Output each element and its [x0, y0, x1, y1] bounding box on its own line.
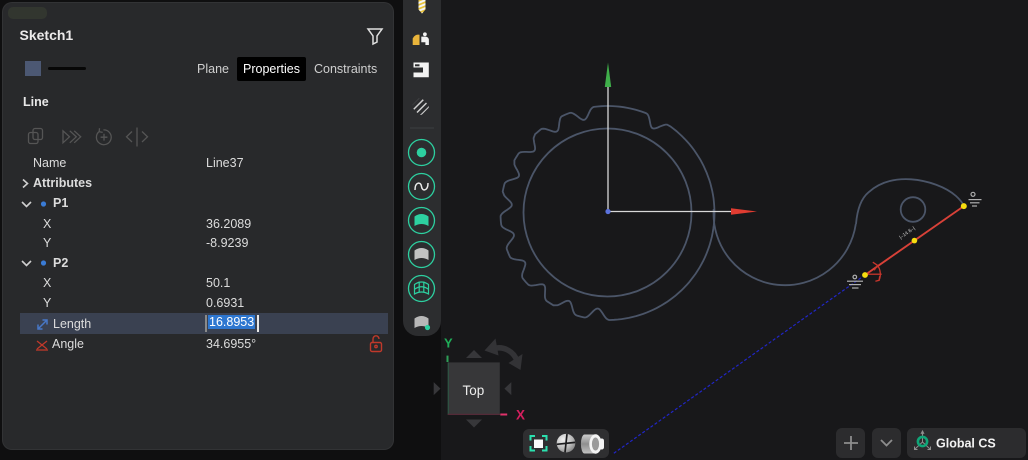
svg-text:X: X: [516, 408, 525, 423]
svg-text:Y: Y: [444, 336, 453, 351]
svg-text:Top: Top: [463, 383, 485, 398]
svg-text:Global CS: Global CS: [936, 437, 996, 451]
